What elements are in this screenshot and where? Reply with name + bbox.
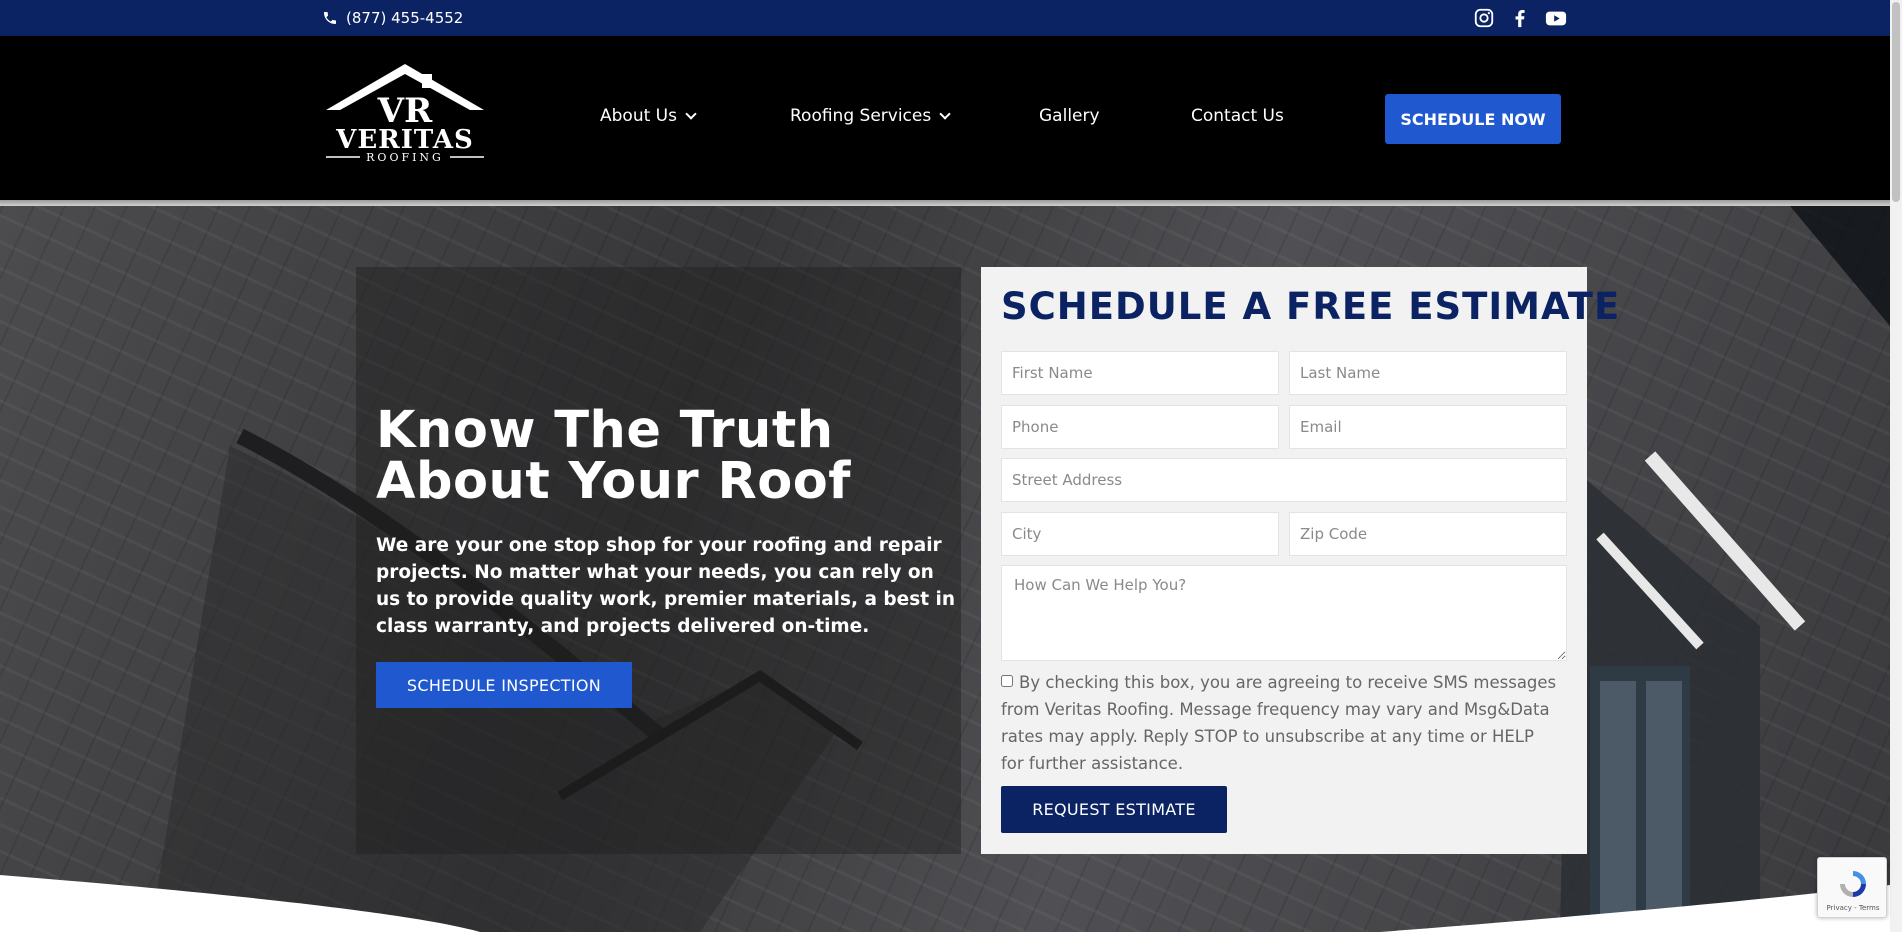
nav-gallery[interactable]: Gallery (1039, 106, 1100, 126)
form-title: SCHEDULE A FREE ESTIMATE (1001, 285, 1621, 328)
hero-title: Know The Truth About Your Roof (376, 405, 936, 507)
sms-consent: By checking this box, you are agreeing t… (1001, 669, 1561, 777)
nav-contact-us[interactable]: Contact Us (1191, 106, 1284, 126)
message-field[interactable] (1001, 565, 1567, 661)
svg-text:ROOFING: ROOFING (366, 151, 444, 164)
sms-consent-checkbox[interactable] (1001, 675, 1013, 687)
schedule-inspection-button[interactable]: SCHEDULE INSPECTION (376, 662, 632, 708)
nav-roofing-services-label: Roofing Services (790, 106, 932, 126)
site-header: VR VERITAS ROOFING About Us Roofing Serv… (0, 36, 1890, 200)
instagram-icon[interactable] (1472, 6, 1496, 30)
phone-field[interactable] (1001, 405, 1279, 449)
request-estimate-button[interactable]: REQUEST ESTIMATE (1001, 786, 1227, 833)
phone-icon (324, 12, 336, 24)
veritas-logo[interactable]: VR VERITAS ROOFING (320, 60, 490, 170)
recaptcha-badge[interactable]: Privacy - Terms (1817, 857, 1887, 918)
city-field[interactable] (1001, 512, 1279, 556)
zip-code-field[interactable] (1289, 512, 1567, 556)
sms-consent-text: By checking this box, you are agreeing t… (1001, 673, 1557, 773)
scrollbar-thumb[interactable] (1892, 2, 1900, 202)
recaptcha-links[interactable]: Privacy - Terms (1818, 904, 1888, 912)
top-bar: (877) 455-4552 (0, 0, 1890, 36)
estimate-form-panel: SCHEDULE A FREE ESTIMATE By checking thi… (981, 267, 1619, 854)
hero-description: We are your one stop shop for your roofi… (376, 535, 956, 637)
phone-link[interactable]: (877) 455-4552 (322, 0, 463, 36)
recaptcha-icon (1840, 871, 1866, 897)
first-name-field[interactable] (1001, 351, 1279, 395)
chevron-down-icon (685, 108, 697, 120)
last-name-field[interactable] (1289, 351, 1567, 395)
youtube-icon[interactable] (1544, 6, 1568, 30)
nav-about-us[interactable]: About Us (600, 106, 697, 126)
email-field[interactable] (1289, 405, 1567, 449)
street-address-field[interactable] (1001, 458, 1567, 502)
nav-about-us-label: About Us (600, 106, 677, 126)
nav-contact-us-label: Contact Us (1191, 106, 1284, 126)
nav-roofing-services[interactable]: Roofing Services (790, 106, 951, 126)
nav-gallery-label: Gallery (1039, 106, 1100, 126)
page-scrollbar[interactable] (1890, 0, 1902, 932)
phone-number[interactable]: (877) 455-4552 (346, 9, 463, 27)
facebook-icon[interactable] (1508, 6, 1532, 30)
hero-title-line-1: Know The Truth (376, 401, 834, 460)
chevron-down-icon (939, 108, 951, 120)
hero-title-line-2: About Your Roof (376, 452, 851, 511)
schedule-now-button[interactable]: SCHEDULE NOW (1385, 94, 1561, 144)
social-links (1472, 0, 1568, 36)
